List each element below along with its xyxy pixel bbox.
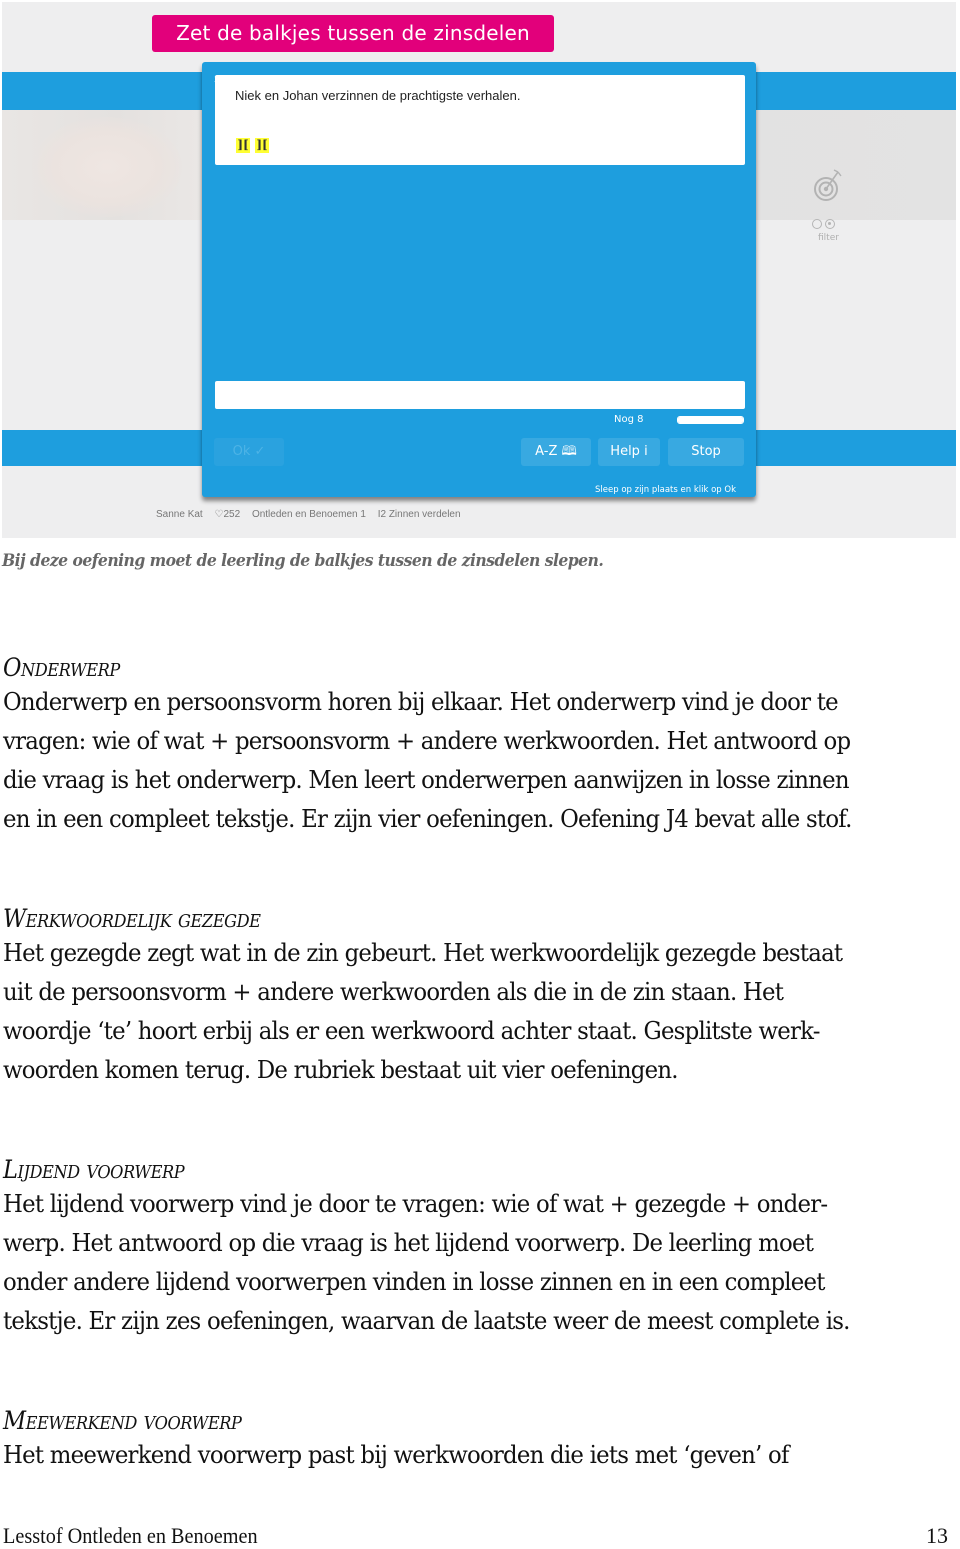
paragraph-line: die vraag is het onderwerp. Men leert on… bbox=[3, 766, 850, 794]
background-photo-face bbox=[32, 117, 182, 217]
ok-button[interactable]: Ok ✓ bbox=[214, 438, 284, 466]
target-icon[interactable] bbox=[814, 168, 842, 202]
page-number: 13 bbox=[926, 1523, 948, 1548]
question-number: 1 bbox=[214, 74, 220, 84]
paragraph-line: woordje ‘te’ hoort erbij als er een werk… bbox=[3, 1017, 820, 1045]
paragraph-line: Het meewerkend voorwerp past bij werkwoo… bbox=[3, 1441, 789, 1469]
progress-bar-fill bbox=[678, 417, 743, 423]
status-user: Sanne Kat bbox=[156, 509, 203, 520]
progress-label: Nog 8 bbox=[614, 414, 644, 425]
dictionary-button[interactable]: A-Z 🕮 bbox=[521, 438, 591, 466]
section-heading: Onderwerp bbox=[3, 653, 120, 682]
stop-button[interactable]: Stop bbox=[668, 438, 744, 466]
draggable-bar-token[interactable]: ][ bbox=[236, 138, 250, 153]
filter-label: filter bbox=[818, 233, 839, 243]
paragraph-line: Onderwerp en persoonsvorm horen bij elka… bbox=[3, 688, 839, 716]
paragraph-line: uit de persoonsvorm + andere werkwoorden… bbox=[3, 978, 784, 1006]
paragraph-line: en in een compleet tekstje. Er zijn vier… bbox=[3, 805, 852, 833]
section-heading: Werkwoordelijk gezegde bbox=[3, 904, 261, 933]
filter-radio-group bbox=[812, 216, 838, 234]
section-heading: Meewerkend voorwerp bbox=[3, 1406, 242, 1435]
paragraph-line: Het gezegde zegt wat in de zin gebeurt. … bbox=[3, 939, 843, 967]
paragraph-line: tekstje. Er zijn zes oefeningen, waarvan… bbox=[3, 1307, 850, 1335]
footer-title: Lesstof Ontleden en Benoemen bbox=[3, 1523, 258, 1548]
section-heading: Lijdend voorwerp bbox=[3, 1155, 185, 1184]
figure-caption: Bij deze oefening moet de leerling de ba… bbox=[2, 551, 604, 571]
paragraph-line: onder andere lijdend voorwerpen vinden i… bbox=[3, 1268, 825, 1296]
exercise-title-banner: Zet de balkjes tussen de zinsdelen bbox=[152, 15, 554, 52]
status-score: ♡252 bbox=[214, 509, 241, 520]
filter-radio-off[interactable] bbox=[812, 219, 822, 229]
status-exercise[interactable]: I2 Zinnen verdelen bbox=[378, 509, 461, 520]
answer-drop-field[interactable] bbox=[215, 381, 745, 409]
section-onderwerp: Onderwerp Onderwerp en persoonsvorm hore… bbox=[3, 653, 953, 839]
status-bar: Sanne Kat ♡252 Ontleden en Benoemen 1 I2… bbox=[156, 509, 470, 520]
paragraph-line: vragen: wie of wat + persoonsvorm + ande… bbox=[3, 727, 851, 755]
paragraph-line: werp. Het antwoord op die vraag is het l… bbox=[3, 1229, 814, 1257]
draggable-bar-token[interactable]: ][ bbox=[255, 138, 269, 153]
question-sentence: Niek en Johan verzinnen de prachtigste v… bbox=[235, 88, 521, 103]
section-lijdend-voorwerp: Lijdend voorwerp Het lijdend voorwerp vi… bbox=[3, 1155, 953, 1341]
help-button[interactable]: Help i bbox=[598, 438, 660, 466]
paragraph-line: woorden komen terug. De rubriek bestaat … bbox=[3, 1056, 678, 1084]
section-meewerkend-voorwerp: Meewerkend voorwerp Het meewerkend voorw… bbox=[3, 1406, 953, 1475]
paragraph-line: Het lijdend voorwerp vind je door te vra… bbox=[3, 1190, 828, 1218]
section-werkwoordelijk-gezegde: Werkwoordelijk gezegde Het gezegde zegt … bbox=[3, 904, 953, 1090]
instruction-text: Sleep op zijn plaats en klik op Ok bbox=[595, 485, 737, 495]
question-box: Niek en Johan verzinnen de prachtigste v… bbox=[215, 75, 745, 165]
status-course[interactable]: Ontleden en Benoemen 1 bbox=[252, 509, 366, 520]
progress-bar bbox=[677, 416, 744, 424]
filter-radio-on[interactable] bbox=[825, 219, 835, 229]
